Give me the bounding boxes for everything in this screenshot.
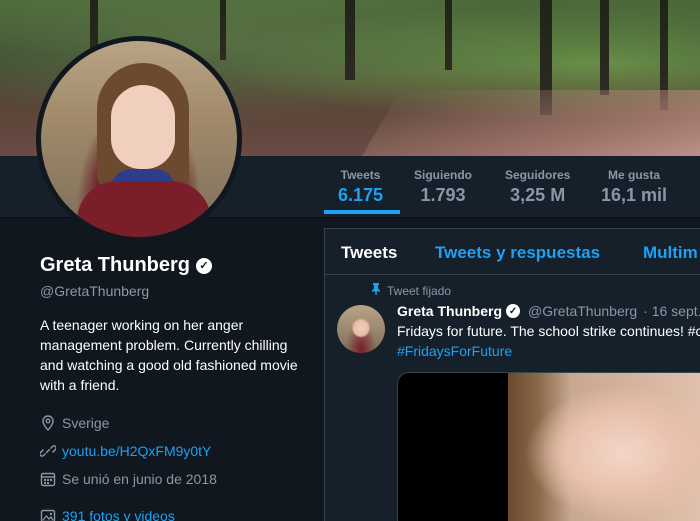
tab-tweets-replies[interactable]: Tweets y respuestas — [435, 243, 600, 263]
profile-website-link[interactable]: youtu.be/H2QxFM9y0tY — [62, 443, 211, 459]
location-text: Sverige — [62, 415, 110, 431]
pin-icon — [371, 283, 381, 298]
image-icon — [40, 508, 56, 521]
location-pin-icon — [40, 415, 56, 431]
stat-value: 6.175 — [338, 185, 384, 205]
tweet-media-video[interactable] — [397, 372, 700, 521]
tweet-text: Fridays for future. The school strike co… — [397, 323, 700, 339]
profile-name-row: Greta Thunberg ✓ — [40, 254, 310, 277]
tweet-header: Greta Thunberg ✓ @GretaThunberg · 16 sep… — [397, 303, 700, 319]
stat-label: Seguidores — [505, 168, 571, 182]
profile-handle[interactable]: @GretaThunberg — [40, 283, 310, 299]
pinned-text: Tweet fijado — [387, 283, 452, 298]
tweet-date[interactable]: · 16 sept. 2 — [643, 303, 700, 319]
tweet-author-handle[interactable]: @GretaThunberg — [528, 303, 637, 319]
tweet-author-avatar[interactable] — [337, 305, 385, 353]
stat-label: Siguiendo — [414, 168, 472, 182]
joined-text: Se unió en junio de 2018 — [62, 471, 217, 487]
calendar-icon — [40, 471, 56, 487]
pinned-tweet-label: Tweet fijado — [371, 283, 451, 298]
tweet-hashtag-link[interactable]: #FridaysForFuture — [397, 343, 512, 359]
link-icon — [40, 443, 56, 459]
stat-label: Tweets — [340, 168, 381, 182]
profile-bio: A teenager working on her anger manageme… — [40, 317, 298, 393]
stat-tweets[interactable]: Tweets 6.175 — [338, 168, 383, 206]
stat-value: 1.793 — [420, 185, 466, 205]
profile-location: Sverige — [40, 409, 310, 437]
stat-value: 16,1 mil — [601, 185, 668, 205]
active-stat-underline — [324, 210, 400, 214]
tweet-author-name[interactable]: Greta Thunberg — [397, 303, 502, 319]
stat-followers[interactable]: Seguidores 3,25 M — [505, 168, 570, 206]
tab-media[interactable]: Multim — [643, 243, 698, 263]
stat-following[interactable]: Siguiendo 1.793 — [414, 168, 472, 206]
profile-joined: Se unió en junio de 2018 — [40, 465, 310, 493]
photos-videos-link[interactable]: 391 fotos y videos — [62, 508, 175, 521]
tab-tweets[interactable]: Tweets — [341, 243, 397, 263]
profile-avatar[interactable] — [36, 36, 242, 242]
stat-value: 3,25 M — [510, 185, 566, 205]
profile-name[interactable]: Greta Thunberg — [40, 254, 190, 277]
timeline-tabs: Tweets Tweets y respuestas Multim — [325, 229, 700, 275]
profile-meta: Sverige youtu.be/H2QxFM9y0tY Se unió en … — [40, 409, 310, 521]
profile-info: Greta Thunberg ✓ @GretaThunberg A teenag… — [40, 254, 310, 521]
timeline-panel: Tweets Tweets y respuestas Multim Tweet … — [324, 228, 700, 521]
verified-badge-icon: ✓ — [506, 304, 521, 318]
profile-photos: 391 fotos y videos — [40, 502, 310, 521]
stat-label: Me gusta — [608, 168, 661, 182]
stat-likes[interactable]: Me gusta 16,1 mil — [601, 168, 667, 206]
video-thumbnail — [508, 373, 700, 521]
verified-badge-icon: ✓ — [196, 257, 213, 274]
profile-link: youtu.be/H2QxFM9y0tY — [40, 437, 310, 465]
